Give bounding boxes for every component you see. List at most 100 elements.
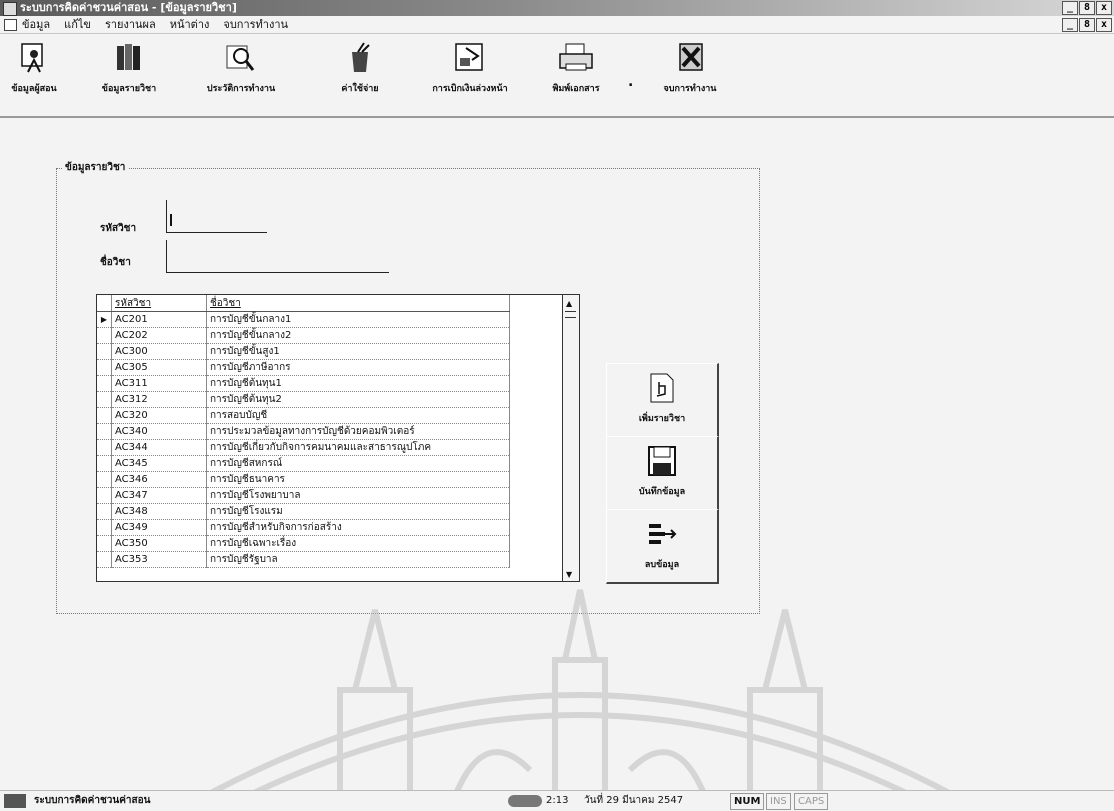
cell-course-code[interactable]: AC350 <box>111 535 207 552</box>
toolbar-print-button[interactable]: พิมพ์เอกสาร <box>544 42 608 95</box>
row-indicator: ▶ <box>97 311 112 328</box>
delete-label: ลบข้อมูล <box>644 560 680 570</box>
toolbar-teacher-button[interactable]: ข้อมูลผู้สอน <box>2 42 66 95</box>
menu-item-window[interactable]: หน้าต่าง <box>170 16 210 33</box>
cell-course-code[interactable]: AC320 <box>111 407 207 424</box>
column-header-name[interactable]: ชื่อวิชา <box>206 295 510 312</box>
course-grid[interactable]: รหัสวิชา ชื่อวิชา ▶ AC201 การบัญชีขั้นกลาง… <box>96 294 580 582</box>
table-row[interactable]: AC312 การบัญชีต้นทุน2 <box>97 391 510 408</box>
table-row[interactable]: AC347 การบัญชีโรงพยาบาล <box>97 487 510 504</box>
table-row[interactable]: AC305 การบัญชีภาษีอากร <box>97 359 510 376</box>
status-date: วันที่ 29 มีนาคม 2547 <box>584 795 684 806</box>
menu-bar: ข้อมูล แก้ไข รายงานผล หน้าต่าง จบการทำงา… <box>0 16 1114 34</box>
floppy-disk-icon <box>648 446 676 476</box>
cell-course-name[interactable]: การบัญชีต้นทุน2 <box>206 391 510 408</box>
cell-course-code[interactable]: AC345 <box>111 455 207 472</box>
table-row[interactable]: AC344 การบัญชีเกี่ยวกับกิจการคมนาคมและสาธ… <box>97 439 510 456</box>
toolbar-exit-label: จบการทำงาน <box>663 84 717 94</box>
add-course-button[interactable]: เพิ่มรายวิชา <box>606 363 719 438</box>
cell-course-name[interactable]: การบัญชีขั้นกลาง2 <box>206 327 510 344</box>
app-icon[interactable] <box>3 2 17 16</box>
table-row[interactable]: AC202 การบัญชีขั้นกลาง2 <box>97 327 510 344</box>
cell-course-code[interactable]: AC311 <box>111 375 207 392</box>
cell-course-name[interactable]: การบัญชีโรงพยาบาล <box>206 487 510 504</box>
cell-course-code[interactable]: AC349 <box>111 519 207 536</box>
table-row[interactable]: AC345 การบัญชีสหกรณ์ <box>97 455 510 472</box>
cell-course-code[interactable]: AC353 <box>111 551 207 568</box>
cell-course-code[interactable]: AC347 <box>111 487 207 504</box>
cell-course-code[interactable]: AC201 <box>111 311 207 328</box>
toolbar-expense-button[interactable]: ค่าใช้จ่าย <box>332 42 388 95</box>
table-row[interactable]: AC349 การบัญชีสำหรับกิจการก่อสร้าง <box>97 519 510 536</box>
cell-course-name[interactable]: การบัญชีโรงแรม <box>206 503 510 520</box>
menu-item-exit[interactable]: จบการทำงาน <box>223 16 288 33</box>
course-code-input[interactable] <box>166 200 267 233</box>
cell-course-name[interactable]: การบัญชีสำหรับกิจการก่อสร้าง <box>206 519 510 536</box>
table-row[interactable]: AC340 การประมวลข้อมูลทางการบัญชีด้วยคอมพิ… <box>97 423 510 440</box>
cell-course-name[interactable]: การบัญชีขั้นกลาง1 <box>206 311 510 328</box>
toolbar-courses-button[interactable]: ข้อมูลรายวิชา <box>92 42 166 95</box>
menu-item-edit[interactable]: แก้ไข <box>64 16 91 33</box>
child-close-button[interactable]: x <box>1096 18 1112 32</box>
caps-lock-indicator: CAPS <box>794 793 829 810</box>
cell-course-code[interactable]: AC346 <box>111 471 207 488</box>
restore-button[interactable]: 8 <box>1079 1 1095 15</box>
toolbar-history-label: ประวัติการทำงาน <box>206 84 276 94</box>
cell-course-name[interactable]: การบัญชีต้นทุน1 <box>206 375 510 392</box>
cell-course-name[interactable]: การบัญชีธนาคาร <box>206 471 510 488</box>
cell-course-name[interactable]: การบัญชีภาษีอากร <box>206 359 510 376</box>
scroll-up-arrow-icon[interactable]: ▲ <box>566 299 572 308</box>
table-row[interactable]: AC300 การบัญชีขั้นสูง1 <box>97 343 510 360</box>
cell-course-code[interactable]: AC305 <box>111 359 207 376</box>
cell-course-name[interactable]: การบัญชีรัฐบาล <box>206 551 510 568</box>
grid-vertical-scrollbar[interactable]: ▲ ▼ <box>562 295 579 581</box>
scroll-thumb-line <box>565 311 576 312</box>
cell-course-name[interactable]: การประมวลข้อมูลทางการบัญชีด้วยคอมพิวเตอร… <box>206 423 510 440</box>
cell-course-name[interactable]: การบัญชีขั้นสูง1 <box>206 343 510 360</box>
row-indicator <box>97 519 112 536</box>
cell-course-code[interactable]: AC202 <box>111 327 207 344</box>
course-name-input[interactable] <box>166 240 389 273</box>
toolbar-teacher-label: ข้อมูลผู้สอน <box>11 84 57 94</box>
university-emblem-watermark <box>178 589 982 810</box>
save-button[interactable]: บันทึกข้อมูล <box>606 436 719 511</box>
child-restore-button[interactable]: 8 <box>1079 18 1095 32</box>
table-row[interactable]: AC346 การบัญชีธนาคาร <box>97 471 510 488</box>
column-header-code[interactable]: รหัสวิชา <box>111 295 207 312</box>
table-row[interactable]: AC348 การบัญชีโรงแรม <box>97 503 510 520</box>
cell-course-name[interactable]: การบัญชีเกี่ยวกับกิจการคมนาคมและสาธารณูป… <box>206 439 510 456</box>
menu-item-reports[interactable]: รายงานผล <box>105 16 156 33</box>
close-button[interactable]: x <box>1096 1 1112 15</box>
toolbar-history-button[interactable]: ประวัติการทำงาน <box>196 42 286 95</box>
child-minimize-button[interactable]: _ <box>1062 18 1078 32</box>
table-row[interactable]: AC311 การบัญชีต้นทุน1 <box>97 375 510 392</box>
table-row[interactable]: AC320 การสอบบัญชี <box>97 407 510 424</box>
cell-course-name[interactable]: การสอบบัญชี <box>206 407 510 424</box>
cell-course-code[interactable]: AC348 <box>111 503 207 520</box>
row-indicator <box>97 359 112 376</box>
minimize-button[interactable]: _ <box>1062 1 1078 15</box>
menu-item-data[interactable]: ข้อมูล <box>22 16 50 33</box>
toolbar-print-label: พิมพ์เอกสาร <box>552 84 600 94</box>
cell-course-code[interactable]: AC312 <box>111 391 207 408</box>
exit-icon <box>679 43 703 71</box>
hand-pointer-icon <box>650 373 674 403</box>
cell-course-name[interactable]: การบัญชีสหกรณ์ <box>206 455 510 472</box>
row-indicator <box>97 423 112 440</box>
cell-course-name[interactable]: การบัญชีเฉพาะเรื่อง <box>206 535 510 552</box>
toolbar-advance-button[interactable]: การเบิกเงินล่วงหน้า <box>418 42 522 95</box>
status-bar: ระบบการคิดค่าชวนค่าสอน 2:13 วันที่ 29 มี… <box>0 790 1114 811</box>
toolbar-exit-button[interactable]: จบการทำงาน <box>648 42 732 95</box>
window-title: ระบบการคิดค่าชวนค่าสอน - [ข้อมูลรายวิชา] <box>20 1 237 14</box>
document-icon[interactable] <box>4 19 17 31</box>
table-row[interactable]: ▶ AC201 การบัญชีขั้นกลาง1 <box>97 311 510 328</box>
table-row[interactable]: AC353 การบัญชีรัฐบาล <box>97 551 510 568</box>
grid-corner <box>97 295 112 312</box>
row-indicator <box>97 407 112 424</box>
cell-course-code[interactable]: AC300 <box>111 343 207 360</box>
teacher-icon <box>21 43 43 73</box>
scroll-thumb-line <box>565 317 576 318</box>
cell-course-code[interactable]: AC340 <box>111 423 207 440</box>
table-row[interactable]: AC350 การบัญชีเฉพาะเรื่อง <box>97 535 510 552</box>
cell-course-code[interactable]: AC344 <box>111 439 207 456</box>
